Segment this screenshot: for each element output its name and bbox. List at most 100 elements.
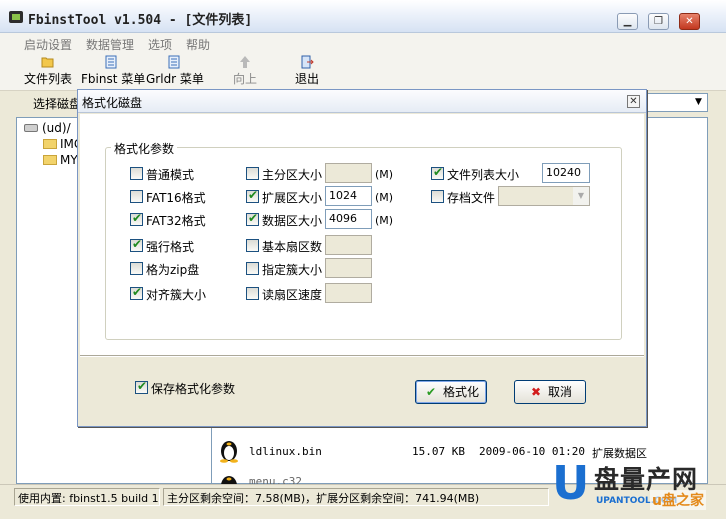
- checkbox-box[interactable]: [130, 262, 143, 275]
- checkbox-box[interactable]: [246, 167, 259, 180]
- grldr-menu-label: Grldr 菜单: [146, 72, 204, 86]
- base-sectors-input[interactable]: [325, 235, 372, 255]
- exit-label: 退出: [294, 72, 319, 86]
- menu-options[interactable]: 选项: [148, 36, 172, 53]
- exit-door-icon: [301, 55, 314, 69]
- linux-penguin-icon: [220, 441, 238, 463]
- format-button[interactable]: ✔ 格式化: [415, 380, 487, 404]
- dialog-title: 格式化磁盘: [82, 96, 143, 110]
- checkbox-label: 存档文件: [447, 191, 496, 205]
- app-icon: [9, 11, 23, 23]
- up-button[interactable]: 向上: [228, 55, 262, 89]
- menu-help[interactable]: 帮助: [186, 36, 210, 53]
- checkmark-icon: ✔: [425, 385, 437, 399]
- checkbox-label: 格为zip盘: [146, 263, 200, 277]
- data-size-input[interactable]: 4096: [325, 209, 372, 229]
- fbinst-menu-label: Fbinst 菜单: [81, 72, 146, 86]
- file-name: menu.c32: [249, 475, 302, 484]
- dialog-divider: [80, 355, 644, 357]
- status-space: 主分区剩余空间：7.58(MB)，扩展分区剩余空间：741.94(MB): [163, 488, 549, 506]
- menu-data-management[interactable]: 数据管理: [86, 36, 134, 53]
- checkbox-label: 保存格式化参数: [151, 382, 236, 396]
- checkbox-box[interactable]: [130, 167, 143, 180]
- toolbar: 文件列表 Fbinst 菜单 Grldr 菜单 向上 退出: [0, 53, 726, 91]
- exit-button[interactable]: 退出: [290, 55, 324, 89]
- folder-open-icon: [41, 57, 54, 68]
- checkbox-box[interactable]: [431, 190, 444, 203]
- cancel-button[interactable]: ✖ 取消: [514, 380, 586, 404]
- up-arrow-icon: [240, 56, 250, 68]
- file-list-button[interactable]: 文件列表: [22, 55, 74, 89]
- checkbox-label: 读扇区速度: [262, 288, 323, 302]
- checkbox-box[interactable]: [130, 190, 143, 203]
- primary-size-input[interactable]: [325, 163, 372, 183]
- chevron-down-icon[interactable]: ▼: [690, 94, 707, 111]
- dialog-title-bar[interactable]: 格式化磁盘 ✕: [78, 90, 646, 113]
- menu-doc-icon: [105, 55, 117, 69]
- checkbox-box[interactable]: [135, 379, 148, 394]
- tree-root[interactable]: (ud)/: [24, 121, 71, 135]
- file-name: ldlinux.bin: [249, 445, 322, 458]
- data-size-unit: (M): [375, 214, 394, 227]
- checkbox-box[interactable]: [246, 211, 259, 226]
- site-watermark: U 盘量产网 UPANTOOL.COM u盘之家: [552, 458, 722, 516]
- checkbox-label: FAT16格式: [146, 191, 206, 205]
- title-bar[interactable]: FbinstTool v1.504 - [文件列表] ▁ ❐ ✕: [0, 0, 726, 33]
- checkbox-label: 主分区大小: [262, 168, 323, 182]
- folder-icon: [43, 139, 57, 149]
- read-speed-input[interactable]: [325, 283, 372, 303]
- window-title: FbinstTool v1.504 - [文件列表]: [28, 13, 253, 28]
- checkbox-box[interactable]: [246, 188, 259, 203]
- extended-size-unit: (M): [375, 191, 394, 204]
- dialog-panel: 格式化参数 普通模式 FAT16格式 FAT32格式 强行格式 格为zip盘 对…: [80, 114, 644, 355]
- linux-penguin-icon: [221, 476, 237, 484]
- format-disk-dialog: 格式化磁盘 ✕ 格式化参数 普通模式 FAT16格式 FAT32格式 强行格式 …: [77, 89, 647, 427]
- format-button-label: 格式化: [442, 385, 479, 399]
- menu-boot-settings[interactable]: 启动设置: [24, 36, 72, 53]
- checkbox-box[interactable]: [246, 239, 259, 252]
- checkbox-box[interactable]: [130, 211, 143, 226]
- menu-doc-icon: [168, 55, 180, 69]
- dialog-close-icon[interactable]: ✕: [627, 95, 640, 108]
- checkbox-label: 基本扇区数: [262, 240, 323, 254]
- chevron-down-icon[interactable]: ▼: [573, 187, 589, 205]
- minimize-button[interactable]: ▁: [617, 13, 638, 30]
- archive-file-combo[interactable]: ▼: [498, 186, 590, 206]
- cluster-size-input[interactable]: [325, 258, 372, 278]
- tree-root-label: (ud)/: [42, 121, 71, 135]
- cancel-button-label: 取消: [547, 385, 572, 399]
- extended-size-input[interactable]: 1024: [325, 186, 372, 206]
- disk-select-label: 选择磁盘: [33, 97, 82, 111]
- checkbox-label: 强行格式: [146, 240, 195, 254]
- format-params-group: 格式化参数 普通模式 FAT16格式 FAT32格式 强行格式 格为zip盘 对…: [105, 140, 622, 340]
- close-button[interactable]: ✕: [679, 13, 700, 30]
- checkbox-box[interactable]: [130, 237, 143, 252]
- checkbox-label: 普通模式: [146, 168, 195, 182]
- checkbox-label: FAT32格式: [146, 214, 206, 228]
- checkbox-box[interactable]: [431, 165, 444, 180]
- format-params-legend: 格式化参数: [111, 140, 178, 157]
- watermark-tag: u盘之家: [650, 490, 706, 510]
- primary-size-unit: (M): [375, 168, 394, 181]
- folder-icon: [43, 155, 57, 165]
- checkbox-box[interactable]: [246, 262, 259, 275]
- file-list-label: 文件列表: [23, 72, 72, 86]
- up-label: 向上: [232, 72, 257, 86]
- fbinst-menu-button[interactable]: Fbinst 菜单: [81, 55, 145, 89]
- checkbox-box[interactable]: [130, 285, 143, 300]
- checkbox-label: 数据区大小: [262, 214, 323, 228]
- file-list-size-input[interactable]: 10240: [542, 163, 590, 183]
- watermark-logo: U: [552, 456, 590, 510]
- grldr-menu-button[interactable]: Grldr 菜单: [146, 55, 204, 89]
- restore-button[interactable]: ❐: [648, 13, 669, 30]
- checkbox-label: 对齐簇大小: [146, 288, 207, 302]
- cross-icon: ✖: [530, 385, 542, 399]
- checkbox-label: 扩展区大小: [262, 191, 323, 205]
- menu-bar: 启动设置 数据管理 选项 帮助: [0, 33, 726, 53]
- drive-icon: [24, 124, 38, 132]
- checkbox-label: 指定簇大小: [262, 263, 323, 277]
- checkbox-box[interactable]: [246, 287, 259, 300]
- checkbox-label: 文件列表大小: [447, 168, 520, 182]
- file-size: 15.07 KB: [412, 445, 465, 458]
- status-kernel: 使用内置: fbinst1.5 build 1: [14, 488, 160, 506]
